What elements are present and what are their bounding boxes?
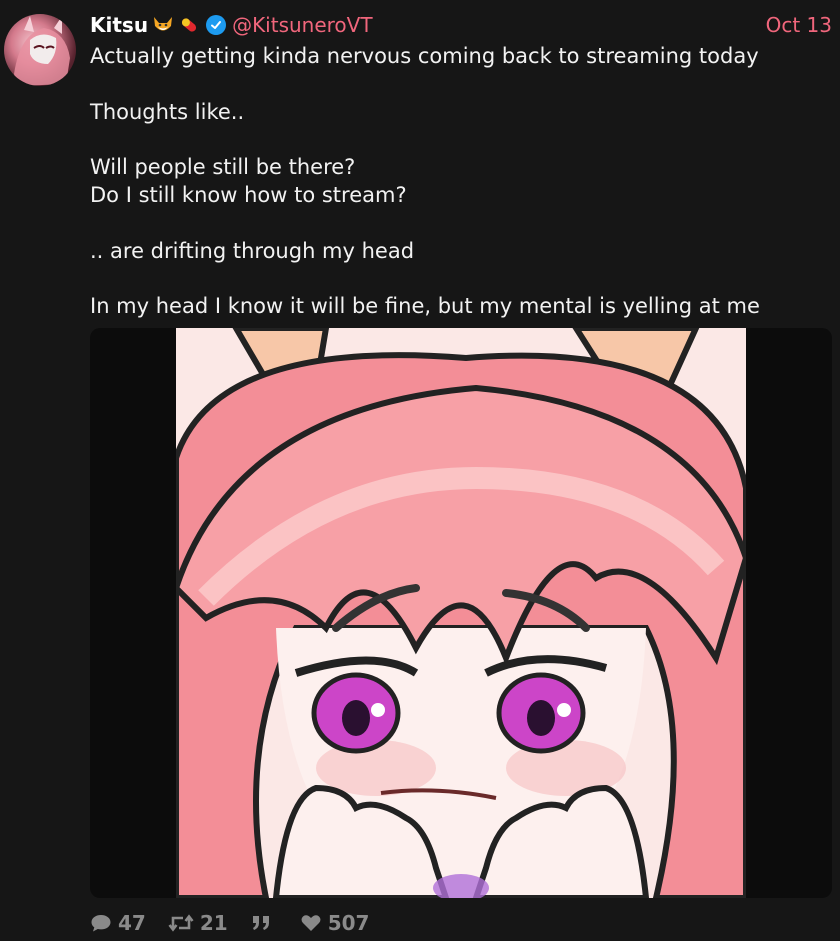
author-handle[interactable]: @KitsuneroVT: [232, 13, 373, 37]
tweet-line: In my head I know it will be fine, but m…: [90, 294, 760, 318]
tweet-media[interactable]: [90, 328, 832, 898]
tweet-line: Actually getting kinda nervous coming ba…: [90, 44, 759, 68]
fox-emoji-icon: [152, 15, 174, 35]
author-display-name[interactable]: Kitsu: [90, 13, 148, 37]
retweet-button[interactable]: 21: [168, 911, 228, 935]
verified-badge-icon: [206, 15, 227, 35]
tweet-header: Kitsu @KitsuneroVT Oct 13: [90, 10, 832, 40]
tweet-line: Will people still be there?: [90, 155, 356, 179]
heart-icon: [301, 915, 321, 931]
retweet-count: 21: [199, 911, 228, 935]
quote-button[interactable]: [250, 913, 278, 933]
tweet-body: Actually getting kinda nervous coming ba…: [90, 42, 830, 320]
pill-emoji-icon: [178, 15, 200, 35]
retweet-icon: [168, 914, 194, 932]
like-count: 507: [327, 911, 370, 935]
author-avatar[interactable]: [4, 14, 76, 86]
media-image[interactable]: [176, 328, 746, 898]
tweet-actions: 47 21 507: [90, 908, 369, 938]
tweet-line: Do I still know how to stream?: [90, 183, 407, 207]
like-button[interactable]: 507: [300, 911, 370, 935]
reply-icon: [91, 915, 111, 932]
reply-button[interactable]: 47: [90, 911, 146, 935]
tweet-line: Thoughts like..: [90, 99, 245, 124]
tweet-date[interactable]: Oct 13: [766, 13, 832, 37]
tweet-line: .. are drifting through my head: [90, 238, 415, 263]
reply-count: 47: [118, 911, 146, 935]
quote-icon: [252, 916, 269, 930]
